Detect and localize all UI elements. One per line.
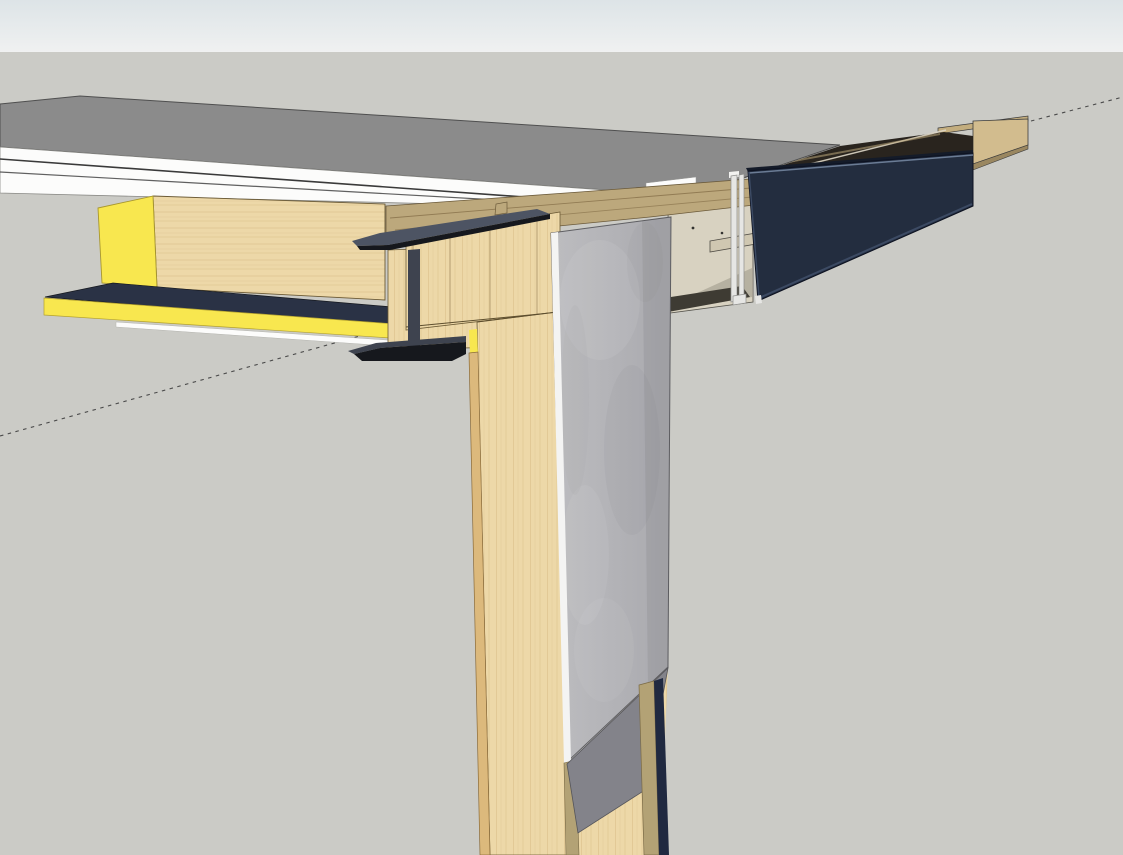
hanger-post — [739, 174, 744, 301]
roof-edge-board-tab — [495, 202, 507, 215]
screw-dot — [692, 227, 695, 230]
hanger-post-foot — [733, 294, 746, 305]
screw-dot — [721, 232, 724, 235]
wood-beam — [98, 196, 385, 300]
model-viewport[interactable] — [0, 0, 1123, 855]
beam-end-cap-yellow — [98, 196, 157, 288]
column-yellow-sliver — [469, 329, 478, 355]
navy-corner-foot — [755, 295, 762, 304]
beam-face — [153, 196, 385, 300]
sky-band — [0, 0, 1123, 53]
hanger-post — [731, 175, 737, 302]
model-canvas — [0, 0, 1123, 855]
steel-web — [408, 249, 420, 347]
column-panel-mottle — [560, 217, 671, 702]
